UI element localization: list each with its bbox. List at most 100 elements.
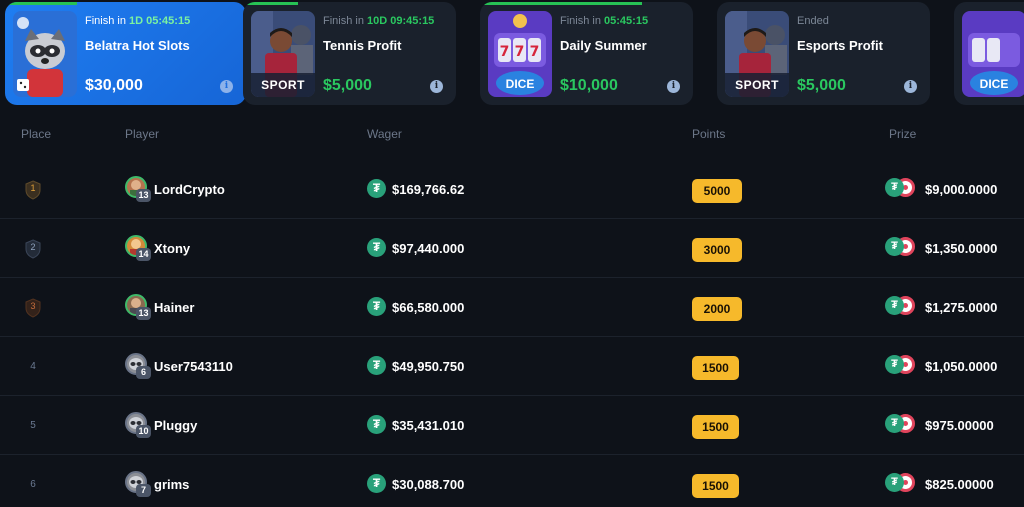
tournament-thumbnail-sport: SPORT (725, 11, 789, 97)
tournament-card-tennis-profit[interactable]: SPORT Finish in 10D 09:45:15 Tennis Prof… (243, 2, 456, 105)
tether-coin-icon: ₮ (367, 238, 386, 257)
svg-text:7: 7 (500, 44, 510, 60)
tournament-carousel: Finish in 1D 05:45:15 Belatra Hot Slots … (0, 0, 1024, 110)
points-badge: 1500 (692, 415, 739, 439)
tether-coin-icon: ₮ (367, 474, 386, 493)
rank-shield-icon: 1 (24, 180, 42, 200)
tournament-progress-bar (5, 2, 78, 5)
prize-amount: $1,050.0000 (925, 359, 998, 374)
player-name[interactable]: User7543110 (154, 359, 233, 374)
info-icon[interactable]: i (430, 80, 443, 93)
level-badge: 14 (136, 248, 151, 261)
table-row[interactable]: 1 13 LordCrypto ₮ $169,766.62 5000 ₮ $9,… (0, 160, 1024, 219)
tournament-status: Finish in 05:45:15 (560, 15, 649, 27)
tether-coin-icon: ₮ (367, 415, 386, 434)
prize-amount: $825.00000 (925, 477, 994, 492)
tournament-title: Daily Summer (560, 38, 647, 53)
points-badge: 3000 (692, 238, 742, 262)
tournament-thumbnail-raccoon (13, 11, 77, 97)
tether-coin-icon: ₮ (367, 356, 386, 375)
tether-and-chip-icon: ₮ (885, 473, 917, 493)
thumbnail-label: DICE (979, 77, 1009, 91)
thumbnail-label: SPORT (261, 78, 305, 92)
player-name[interactable]: Xtony (154, 241, 190, 256)
rank-shield-icon: 2 (24, 239, 42, 259)
table-row[interactable]: 3 13 Hainer ₮ $66,580.000 2000 ₮ $1,275.… (0, 278, 1024, 337)
prize-amount: $1,350.0000 (925, 241, 998, 256)
tournament-title: Tennis Profit (323, 38, 402, 53)
wager-amount: $35,431.010 (392, 418, 465, 433)
wager-amount: $49,950.750 (392, 359, 465, 374)
tournament-title: Esports Profit (797, 38, 883, 53)
info-icon[interactable]: i (220, 80, 233, 93)
level-badge: 6 (136, 366, 151, 379)
header-player: Player (125, 127, 160, 141)
svg-text:7: 7 (530, 44, 540, 60)
player-name[interactable]: LordCrypto (154, 182, 225, 197)
tether-and-chip-icon: ₮ (885, 178, 917, 198)
tournament-thumbnail-sport: SPORT (251, 11, 315, 97)
tether-coin-icon: ₮ (367, 179, 386, 198)
table-row[interactable]: 2 14 Xtony ₮ $97,440.000 3000 ₮ $1,350.0… (0, 219, 1024, 278)
tether-and-chip-icon: ₮ (885, 355, 917, 375)
place-number: 3 (30, 301, 36, 311)
tournament-prize: $5,000 (797, 77, 846, 94)
rank-shield-icon: 3 (24, 298, 42, 318)
header-prize: Prize (889, 127, 917, 141)
place-number: 6 (30, 479, 36, 490)
countdown-timer: 05:45:15 (604, 15, 649, 27)
svg-text:7: 7 (515, 44, 525, 60)
points-badge: 1500 (692, 356, 739, 380)
tournament-prize: $30,000 (85, 77, 143, 94)
thumbnail-label: DICE (505, 77, 535, 91)
table-row[interactable]: 5 10 Pluggy ₮ $35,431.010 1500 ₮ $975.00… (0, 396, 1024, 455)
tournament-thumbnail-slots: 7 7 7 DICE (488, 11, 552, 97)
prize-amount: $9,000.0000 (925, 182, 998, 197)
level-badge: 13 (136, 307, 151, 320)
points-badge: 5000 (692, 179, 742, 203)
tournament-card-daily-summer[interactable]: 7 7 7 DICE Finish in 05:45:15 Daily Summ… (480, 2, 693, 105)
thumbnail-label: SPORT (735, 78, 779, 92)
countdown-timer: 1D 05:45:15 (129, 15, 191, 27)
place-number: 2 (30, 242, 36, 252)
countdown-timer: 10D 09:45:15 (367, 15, 435, 27)
tournament-title: Belatra Hot Slots (85, 38, 190, 53)
place-number: 5 (30, 420, 36, 431)
tournament-card-esports-profit[interactable]: SPORT Ended Esports Profit $5,000 i (717, 2, 930, 105)
tournament-progress-bar (480, 2, 642, 5)
player-name[interactable]: Hainer (154, 300, 194, 315)
level-badge: 7 (136, 484, 151, 497)
wager-amount: $66,580.000 (392, 300, 465, 315)
tether-and-chip-icon: ₮ (885, 296, 917, 316)
info-icon[interactable]: i (904, 80, 917, 93)
table-row[interactable]: 4 6 User7543110 ₮ $49,950.750 1500 ₮ $1,… (0, 337, 1024, 396)
table-row[interactable]: 6 7 grims ₮ $30,088.700 1500 ₮ $825.0000… (0, 455, 1024, 507)
level-badge: 13 (136, 189, 151, 202)
info-icon[interactable]: i (667, 80, 680, 93)
prize-amount: $975.00000 (925, 418, 994, 433)
place-number: 1 (30, 183, 36, 193)
tether-coin-icon: ₮ (367, 297, 386, 316)
tournament-status: Ended (797, 15, 829, 27)
header-place: Place (21, 127, 52, 141)
tournament-card-partial[interactable]: DICE (954, 2, 1024, 105)
points-badge: 2000 (692, 297, 742, 321)
tournament-prize: $10,000 (560, 77, 618, 94)
tournament-progress-bar (243, 2, 299, 5)
tournament-status: Finish in 1D 05:45:15 (85, 15, 191, 27)
tournament-card-belatra-hot-slots[interactable]: Finish in 1D 05:45:15 Belatra Hot Slots … (5, 2, 246, 105)
place-number: 4 (30, 361, 36, 372)
player-name[interactable]: Pluggy (154, 418, 197, 433)
header-points: Points (692, 127, 726, 141)
header-wager: Wager (367, 127, 402, 141)
wager-amount: $30,088.700 (392, 477, 465, 492)
player-name[interactable]: grims (154, 477, 189, 492)
tether-and-chip-icon: ₮ (885, 414, 917, 434)
points-badge: 1500 (692, 474, 739, 498)
tournament-thumbnail-slots: DICE (962, 11, 1024, 97)
level-badge: 10 (136, 425, 151, 438)
tournament-prize: $5,000 (323, 77, 372, 94)
wager-amount: $169,766.62 (392, 182, 465, 197)
wager-amount: $97,440.000 (392, 241, 465, 256)
tether-and-chip-icon: ₮ (885, 237, 917, 257)
